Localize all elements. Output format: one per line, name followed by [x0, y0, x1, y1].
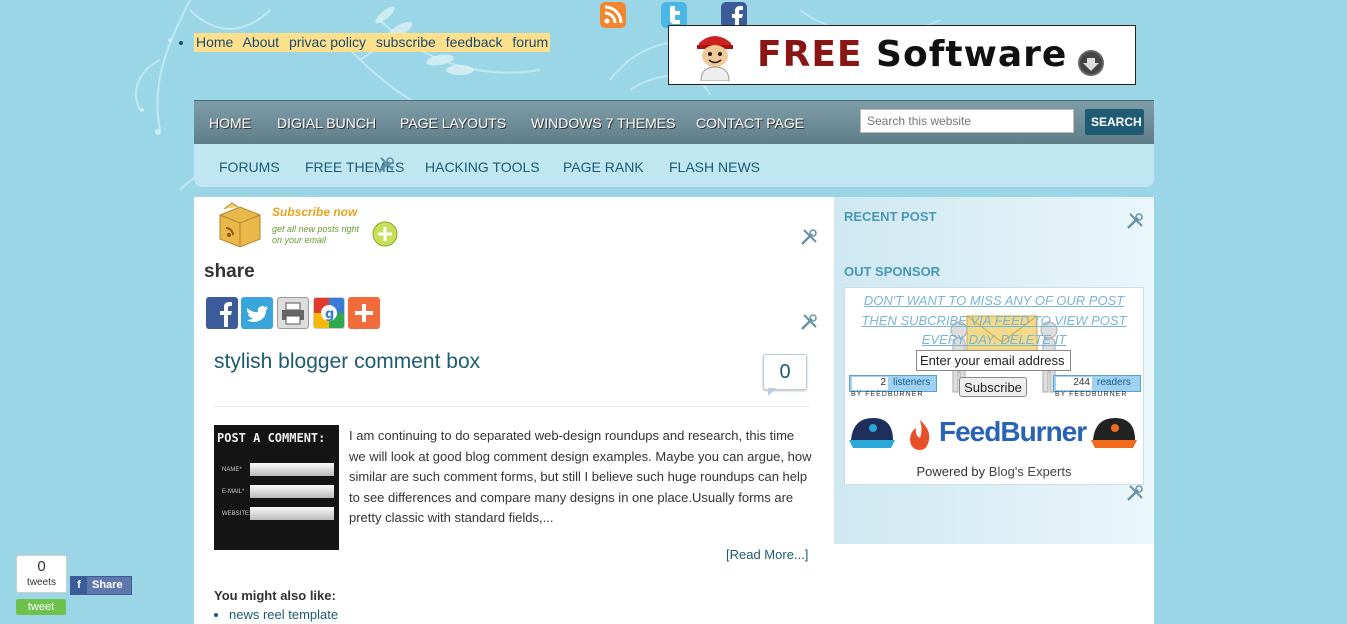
- nav-hacking-tools[interactable]: HACKING TOOLS: [425, 159, 540, 175]
- search-button[interactable]: SEARCH: [1085, 109, 1144, 135]
- top-links-bar: Home About privac policy subscribe feedb…: [194, 33, 551, 52]
- facebook-share-label: Share: [92, 579, 123, 591]
- svg-text:g: g: [325, 307, 334, 322]
- facebook-icon: [220, 302, 232, 327]
- download-arrow-icon: [1078, 50, 1104, 76]
- flame-icon: [910, 420, 930, 450]
- search-input[interactable]: [860, 109, 1074, 133]
- thumbnail-label-email: E-MAIL*: [222, 489, 245, 495]
- also-like-heading: You might also like:: [214, 588, 336, 603]
- comment-count-badge[interactable]: 0: [763, 354, 807, 390]
- nav-home[interactable]: HOME: [209, 115, 251, 131]
- readers-counter: 244 readers: [1053, 375, 1141, 392]
- edit-tools-icon[interactable]: [1126, 212, 1144, 230]
- edit-tools-icon[interactable]: [1126, 484, 1144, 502]
- sponsor-heading: OUT SPONSOR: [844, 264, 941, 279]
- rss-box-icon: [219, 202, 261, 247]
- primary-nav: HOME DIGIAL BUNCH PAGE LAYOUTS WINDOWS 7…: [194, 100, 1154, 145]
- listeners-count: 2: [852, 377, 888, 390]
- subscribe-button[interactable]: Subscribe: [959, 377, 1027, 397]
- subscribe-now-widget[interactable]: Subscribe now get all new posts right on…: [216, 199, 402, 249]
- powered-by: Powered by Blog's Experts: [845, 464, 1143, 479]
- top-link-privacy[interactable]: privac policy: [289, 34, 366, 50]
- nav-contact-page[interactable]: CONTACT PAGE: [696, 115, 804, 131]
- mascot-icon: [697, 36, 733, 81]
- facebook-icon: f: [71, 577, 87, 594]
- also-like-list: news reel template: [214, 607, 338, 622]
- sidebar: RECENT POST OUT SPONSOR DON'T WANT TO MI…: [834, 197, 1154, 544]
- comment-badge-tail: [768, 388, 776, 396]
- listeners-label: listeners: [893, 377, 931, 388]
- listeners-counter: 2 listeners: [849, 375, 937, 392]
- post-divider: [214, 406, 809, 407]
- thumbnail-title: POST A COMMENT:: [217, 431, 326, 445]
- subscribe-now-line2: on your email: [272, 235, 327, 245]
- thumbnail-label-name: NAME*: [222, 467, 242, 473]
- by-feedburner-label: BY FEEDBURNER: [1055, 391, 1128, 398]
- sponsor-box: DON'T WANT TO MISS ANY OF OUR POST THEN …: [844, 287, 1144, 485]
- nav-digial-bunch[interactable]: DIGIAL BUNCH: [277, 115, 376, 131]
- sidebar-footer-area: [834, 544, 1154, 624]
- readers-count: 244: [1056, 377, 1092, 390]
- share-facebook-button[interactable]: [206, 297, 238, 329]
- sponsor-text-link[interactable]: DON'T WANT TO MISS ANY OF OUR POST THEN …: [845, 291, 1143, 350]
- banner-text: FREE Software: [757, 34, 1067, 75]
- nav-windows-7-themes[interactable]: WINDOWS 7 THEMES: [531, 115, 675, 131]
- also-like-item[interactable]: news reel template: [229, 607, 338, 622]
- share-more-button[interactable]: [348, 297, 380, 329]
- nav-flash-news[interactable]: FLASH NEWS: [669, 159, 760, 175]
- thumbnail-field: [250, 485, 334, 498]
- printer-icon: [282, 302, 304, 325]
- edit-tools-icon[interactable]: [800, 313, 818, 331]
- cap-icon: [1091, 418, 1137, 448]
- top-link-forum[interactable]: forum: [512, 34, 548, 50]
- share-title: share: [204, 261, 255, 282]
- rss-icon[interactable]: [600, 2, 626, 28]
- post-excerpt: I am continuing to do separated web-desi…: [349, 428, 812, 525]
- by-feedburner-label: BY FEEDBURNER: [851, 391, 924, 398]
- plus-icon: [355, 304, 373, 322]
- post-thumbnail[interactable]: POST A COMMENT: NAME* E-MAIL* WEBSITE:: [214, 425, 339, 550]
- tweet-counter: 0 tweets: [16, 555, 67, 593]
- tweet-button[interactable]: tweet: [16, 599, 66, 615]
- readers-label: readers: [1097, 377, 1131, 388]
- powered-prefix: Powered by: [916, 464, 986, 479]
- banner-word-software: Software: [876, 34, 1068, 75]
- post-title[interactable]: stylish blogger comment box: [214, 350, 480, 374]
- top-link-feedback[interactable]: feedback: [446, 34, 503, 50]
- nav-forums[interactable]: FORUMS: [219, 159, 280, 175]
- google-icon: g: [314, 298, 344, 328]
- feedburner-logo: FeedBurner: [939, 416, 1087, 447]
- share-twitter-button[interactable]: [241, 297, 273, 329]
- read-more-link[interactable]: [Read More...]: [726, 547, 808, 562]
- top-link-home[interactable]: Home: [196, 34, 233, 50]
- subscribe-now-line1: get all new posts right: [272, 224, 360, 234]
- banner-word-free: FREE: [757, 34, 863, 75]
- tools-icon: [378, 157, 394, 173]
- email-subscribe-input[interactable]: [916, 350, 1071, 371]
- plus-icon: [372, 221, 398, 247]
- cap-icon: [849, 418, 895, 448]
- thumbnail-field: [250, 507, 334, 520]
- recent-post-heading: RECENT POST: [844, 209, 937, 224]
- share-google-button[interactable]: g: [313, 297, 345, 329]
- tweets-label: tweets: [27, 577, 56, 588]
- tweet-count: 0: [37, 558, 46, 575]
- thumbnail-field: [250, 463, 334, 476]
- subscribe-now-headline: Subscribe now: [272, 205, 358, 219]
- facebook-share-button[interactable]: f Share: [70, 576, 132, 595]
- free-software-banner[interactable]: FREE Software: [668, 25, 1136, 85]
- edit-tools-icon[interactable]: [800, 228, 818, 246]
- twitter-icon: [246, 306, 268, 322]
- secondary-nav: FORUMS FREE THEMES HACKING TOOLS PAGE RA…: [194, 144, 1154, 187]
- main-content: Subscribe now get all new posts right on…: [194, 197, 834, 624]
- top-links: Home About privac policy subscribe feedb…: [176, 33, 551, 52]
- nav-page-rank[interactable]: PAGE RANK: [563, 159, 644, 175]
- nav-page-layouts[interactable]: PAGE LAYOUTS: [400, 115, 506, 131]
- powered-name[interactable]: Blog's Experts: [989, 464, 1072, 479]
- top-link-subscribe[interactable]: subscribe: [376, 34, 436, 50]
- share-print-button[interactable]: [277, 297, 309, 329]
- thumbnail-label-website: WEBSITE:: [222, 511, 251, 517]
- top-link-about[interactable]: About: [242, 34, 279, 50]
